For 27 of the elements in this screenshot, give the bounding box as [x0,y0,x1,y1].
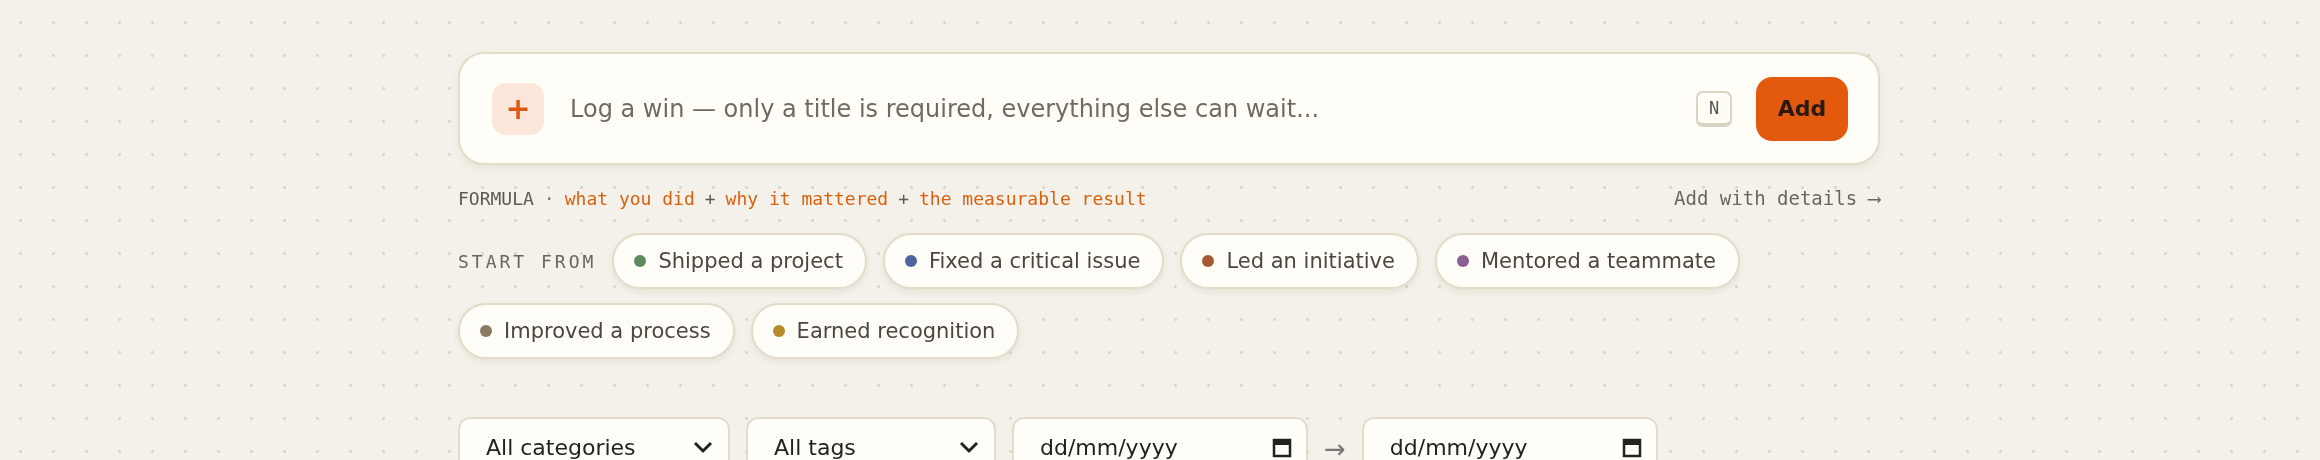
formula-term: what you did [564,187,695,209]
template-chip[interactable]: Earned recognition [750,303,1020,359]
calendar-icon [1621,436,1642,458]
filter-dropdown[interactable]: All categories [458,417,730,460]
template-chip[interactable]: Improved a process [458,303,735,359]
separator-dot: · [543,187,555,209]
add-with-details-link[interactable]: Add with details ⟶ [1674,187,1880,209]
shortcut-key: N [1696,90,1732,127]
add-button[interactable]: Add [1756,76,1848,141]
title-input[interactable]: Log a win — only a title is required, everything else can wait... [568,93,1696,124]
formula-term: why it mattered [725,187,889,209]
date-field[interactable]: dd/mm/yyyy [1361,417,1658,460]
range-arrow: → [1324,433,1346,460]
chevron-down-icon [692,440,714,454]
plus-sign: + [898,187,909,209]
calendar-icon [1272,436,1292,458]
start-from-label: START FROM [458,250,597,272]
filter-dropdown[interactable]: All tags [746,417,996,460]
date-field[interactable]: dd/mm/yyyy [1012,417,1308,460]
chevron-down-icon [958,440,980,454]
plus-sign: + [704,187,716,209]
formula-term: the measurable result [919,187,1147,209]
template-chip[interactable]: Led an initiative [1180,233,1419,289]
template-chip[interactable]: Mentored a teammate [1434,233,1740,289]
template-chip[interactable]: Shipped a project [612,233,867,289]
template-chip[interactable]: Fixed a critical issue [882,233,1165,289]
formula-label: FORMULA [458,187,534,209]
